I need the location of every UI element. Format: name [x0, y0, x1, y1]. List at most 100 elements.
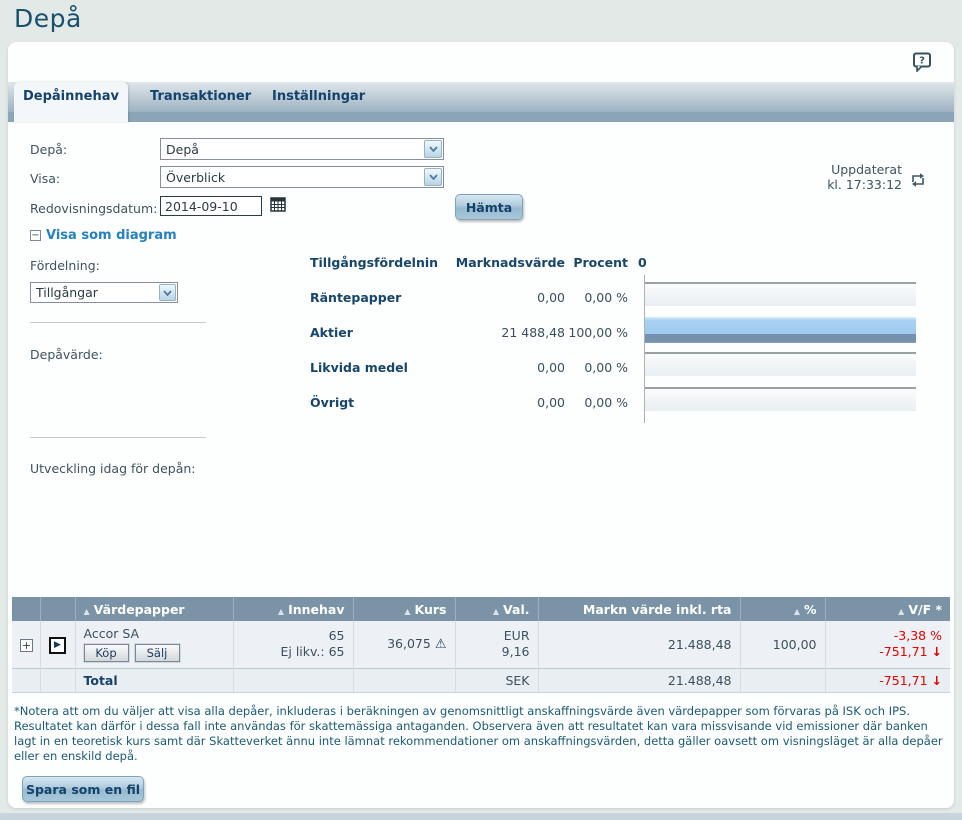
vf-percent: -3,38 % [834, 628, 943, 644]
chart-header-marknadsvarde: Marknadsvärde [453, 255, 565, 270]
depa-select-value: Depå [166, 142, 199, 157]
redovisningsdatum-label: Redovisningsdatum: [30, 201, 157, 216]
fx-rate: 9,16 [464, 644, 530, 660]
currency-code: EUR [464, 628, 530, 644]
chevron-down-icon[interactable] [159, 284, 176, 301]
updated-line1: Uppdaterat [827, 162, 902, 177]
header-label: V/F * [908, 602, 942, 617]
chart-market-value: 0,00 [453, 395, 565, 410]
redovisningsdatum-input[interactable] [160, 196, 262, 216]
fordelning-label: Fördelning: [30, 258, 100, 273]
salj-button[interactable]: Sälj [135, 644, 180, 662]
main-panel: ? Depåinnehav Transaktioner Inställninga… [8, 42, 954, 808]
footnote-text: *Notera att om du väljer att visa alla d… [14, 704, 948, 764]
header-val[interactable]: ▲ Val. [455, 597, 538, 621]
chart-market-value: 21 488,48 [453, 325, 565, 340]
chart-header-procent: Procent [558, 255, 628, 270]
holdings-table: ▲Värdepapper ▲Innehav ▲Kurs ▲Val. Markn … [12, 597, 950, 693]
bottom-strip [0, 813, 962, 820]
tab-transaktioner[interactable]: Transaktioner [150, 82, 251, 112]
fordelning-select[interactable]: Tillgångar [30, 282, 178, 303]
calendar-icon[interactable] [270, 197, 286, 215]
help-icon[interactable]: ? [912, 52, 932, 72]
header-vardepapper[interactable]: ▲Värdepapper [75, 597, 233, 621]
vf-value: -751,71 [879, 644, 927, 659]
holdings-header-row: ▲Värdepapper ▲Innehav ▲Kurs ▲Val. Markn … [12, 597, 950, 621]
expand-row-icon[interactable]: + [20, 639, 33, 652]
arrow-down-icon: ↓ [932, 673, 942, 688]
row-detail-arrow-icon[interactable]: ▶ [49, 637, 66, 654]
total-currency: SEK [455, 668, 538, 692]
holding-quantity: 65 [242, 628, 345, 644]
visa-select[interactable]: Överblick [160, 166, 444, 188]
header-markn-varde[interactable]: Markn värde inkl. rta [538, 597, 740, 621]
spara-som-en-fil-button[interactable]: Spara som en fil [22, 776, 144, 802]
holdings-total-row: Total SEK 21.488,48 -751,71 ↓ [12, 668, 950, 692]
total-market-value: 21.488,48 [538, 668, 740, 692]
holding-note: Ej likv.: 65 [242, 644, 345, 660]
arrow-down-icon: ↓ [932, 644, 942, 659]
depa-select[interactable]: Depå [160, 138, 444, 160]
header-label: Innehav [288, 602, 344, 617]
visa-select-value: Överblick [166, 170, 225, 185]
sort-asc-icon: ▲ [404, 607, 410, 616]
header-procent[interactable]: ▲% [740, 597, 825, 621]
header-action-col [40, 597, 75, 621]
price-value: 36,075 [387, 636, 431, 651]
depavarde-label: Depåvärde: [30, 347, 103, 362]
chart-category: Övrigt [310, 395, 354, 410]
header-expand-col [12, 597, 40, 621]
chart-axis-origin-label: 0 [638, 255, 647, 270]
header-innehav[interactable]: ▲Innehav [233, 597, 353, 621]
header-vf[interactable]: ▲ V/F * [825, 597, 950, 621]
chart-percent: 0,00 % [558, 395, 628, 410]
tab-installningar[interactable]: Inställningar [272, 82, 365, 112]
chart-percent: 100,00 % [558, 325, 628, 340]
chart-header-tillgangsfordelning: Tillgångsfördelning [310, 255, 438, 270]
utveckling-label: Utveckling idag för depån: [30, 461, 196, 476]
svg-text:?: ? [919, 56, 925, 67]
chart-category: Likvida medel [310, 360, 408, 375]
chart-percent: 0,00 % [558, 360, 628, 375]
sort-asc-icon: ▲ [493, 607, 499, 616]
header-kurs[interactable]: ▲Kurs [353, 597, 455, 621]
sort-asc-icon: ▲ [898, 607, 904, 616]
security-name: Accor SA [84, 626, 225, 641]
chart-bar-rantepapper [645, 282, 916, 306]
hamta-button[interactable]: Hämta [455, 194, 523, 220]
header-label: Markn värde inkl. rta [583, 602, 732, 617]
chart-category: Räntepapper [310, 290, 401, 305]
tab-bar-strip [8, 112, 954, 122]
refresh-icon[interactable] [910, 172, 926, 191]
toggle-label: Visa som diagram [46, 228, 177, 243]
header-label: Val. [503, 602, 529, 617]
warning-icon[interactable]: ⚠ [435, 637, 447, 652]
chart-market-value: 0,00 [453, 360, 565, 375]
divider [30, 437, 206, 438]
tab-content: Depå: Depå Visa: Överblick Redovisningsd… [8, 122, 954, 808]
depa-label: Depå: [30, 142, 67, 157]
total-label: Total [75, 668, 233, 692]
chart-bar-aktier [645, 317, 916, 341]
tab-depainnehav[interactable]: Depåinnehav [14, 82, 128, 122]
updated-line2: kl. 17:33:12 [827, 177, 902, 192]
collapse-icon[interactable]: − [30, 230, 41, 241]
chevron-down-icon[interactable] [424, 140, 442, 158]
divider [30, 322, 206, 323]
sort-asc-icon: ▲ [794, 607, 800, 616]
market-value: 21.488,48 [538, 621, 740, 668]
holdings-row-accor: + ▶ Accor SA Köp Sälj 65 Ej likv.: 65 36,… [12, 621, 950, 668]
chart-bar-likvida-medel [645, 352, 916, 376]
header-label: Värdepapper [94, 602, 185, 617]
header-label: % [804, 602, 817, 617]
fordelning-select-value: Tillgångar [36, 285, 98, 300]
visa-som-diagram-toggle[interactable]: −Visa som diagram [30, 228, 177, 243]
page-title: Depå [14, 4, 82, 33]
chart-category: Aktier [310, 325, 353, 340]
chevron-down-icon[interactable] [424, 168, 442, 186]
percent-value: 100,00 [740, 621, 825, 668]
updated-status: Uppdaterat kl. 17:33:12 [827, 162, 902, 192]
kop-button[interactable]: Köp [84, 644, 129, 662]
visa-label: Visa: [30, 171, 60, 186]
chart-percent: 0,00 % [558, 290, 628, 305]
